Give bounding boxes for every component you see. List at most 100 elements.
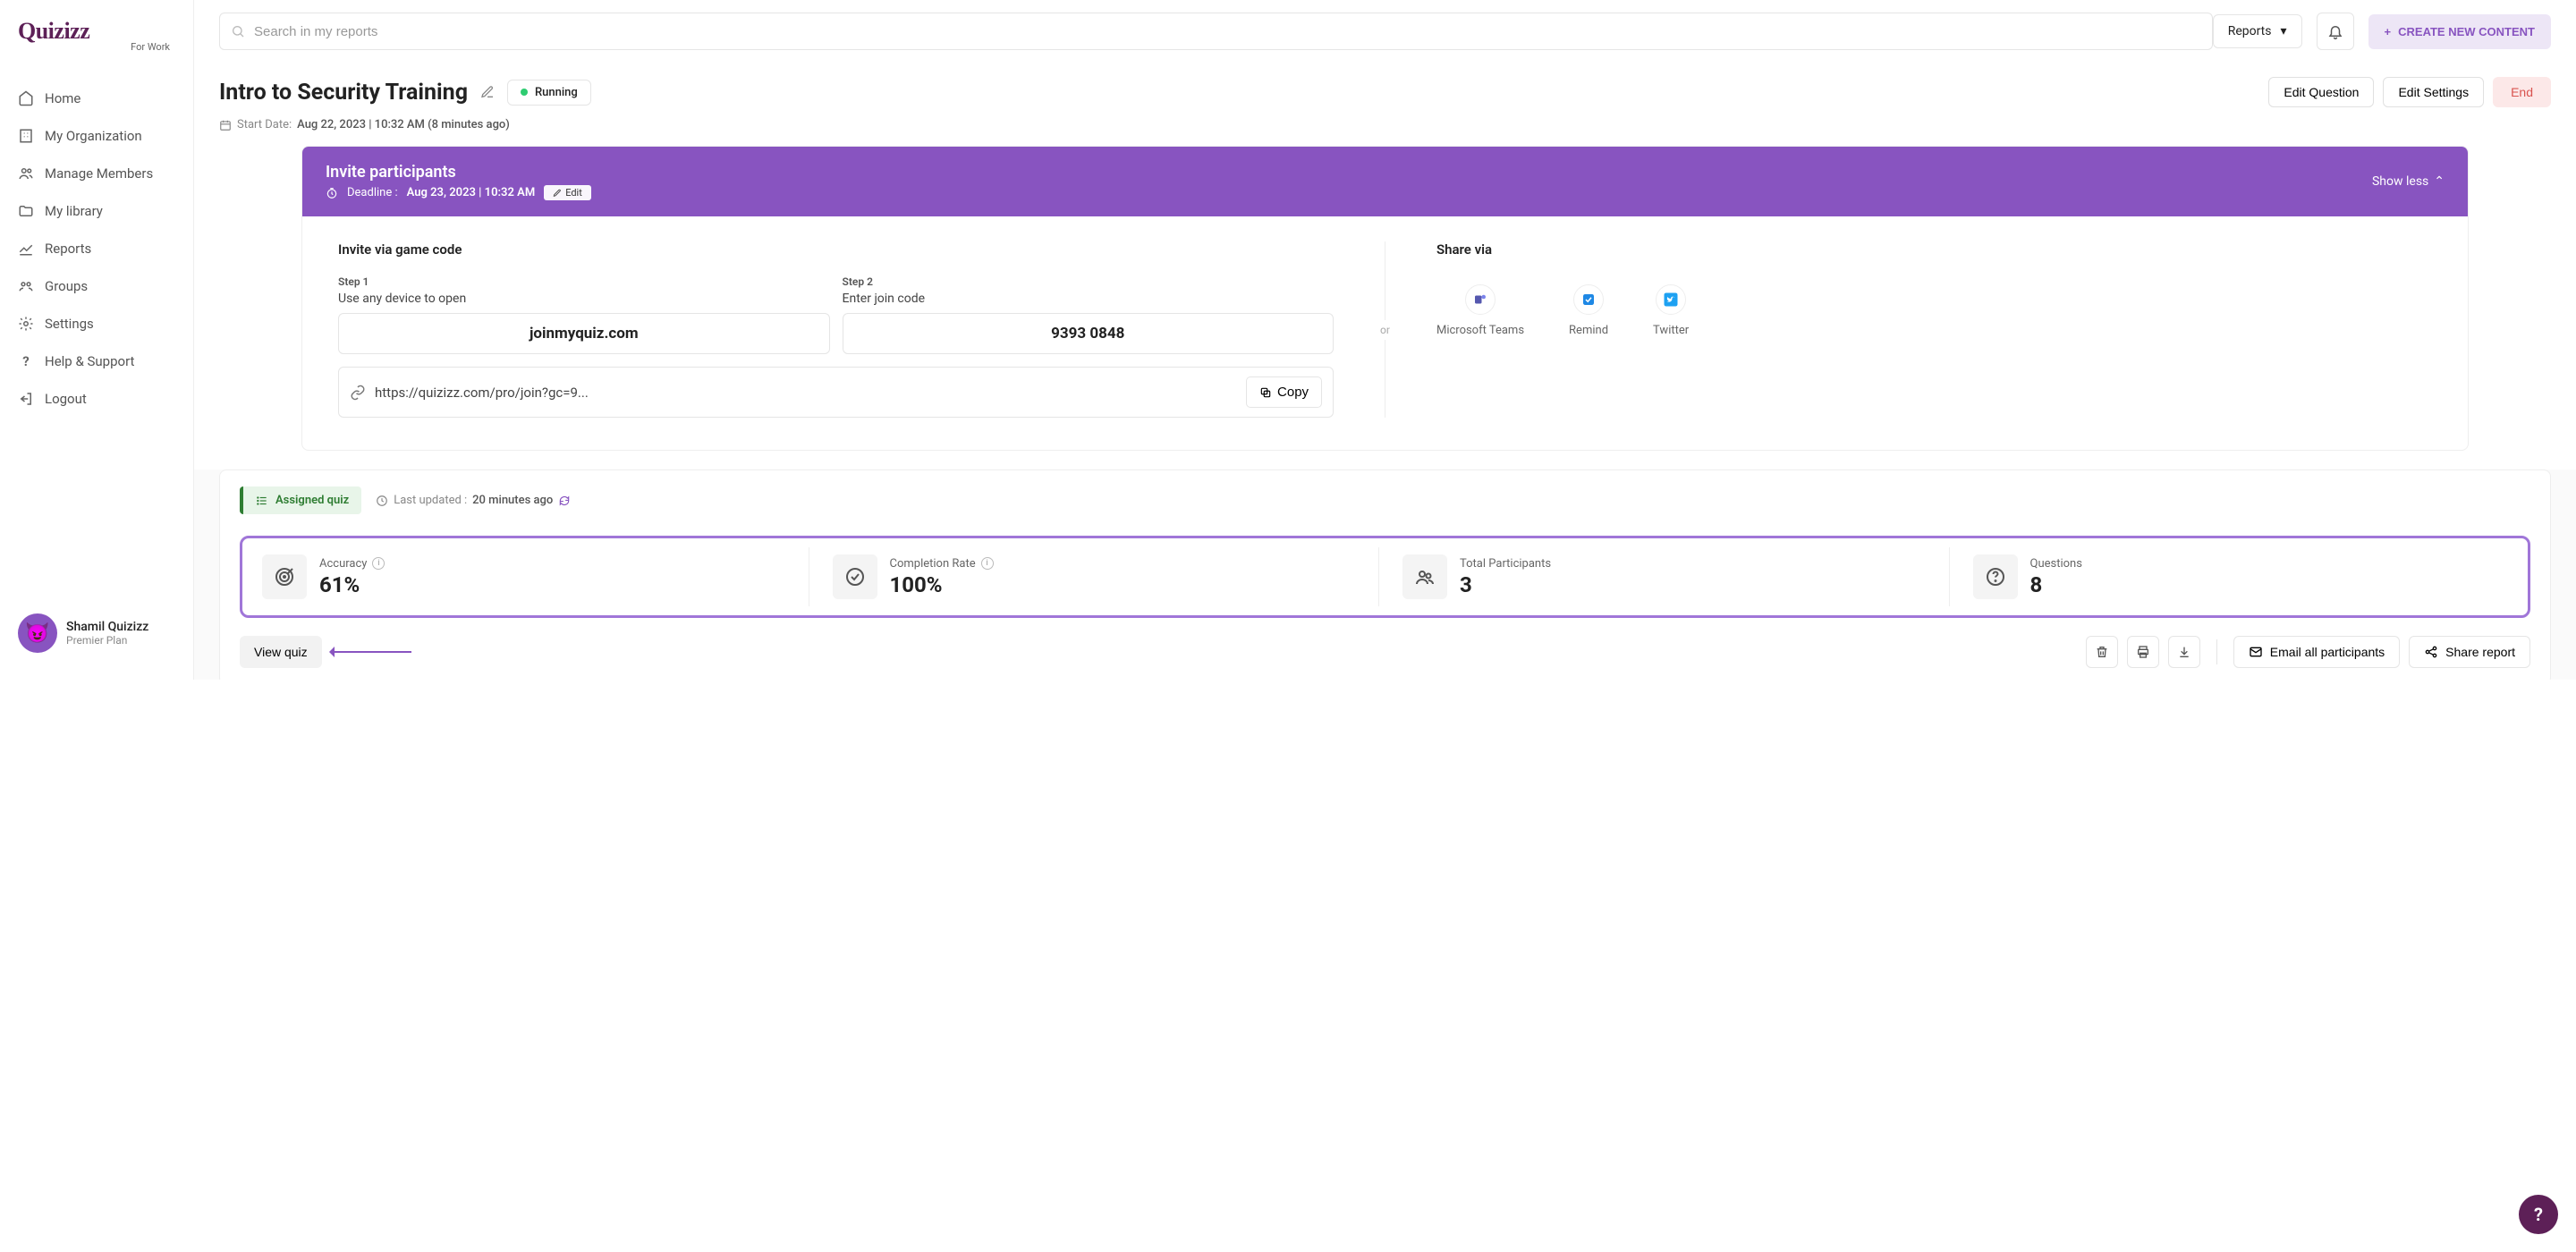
start-date-row: Start Date: Aug 22, 2023 | 10:32 AM (8 m… <box>194 114 2576 146</box>
status-text: Running <box>535 86 578 99</box>
deadline-value: Aug 23, 2023 | 10:32 AM <box>407 186 536 199</box>
annotation-arrow <box>331 651 411 653</box>
dropdown-label: Reports <box>2228 24 2272 38</box>
group-icon <box>18 278 34 294</box>
notifications-button[interactable] <box>2317 13 2354 50</box>
step1-label: Step 1 <box>338 275 830 288</box>
view-quiz-button[interactable]: View quiz <box>240 636 322 668</box>
check-circle-icon <box>833 554 877 599</box>
print-icon <box>2136 645 2150 659</box>
create-content-button[interactable]: + CREATE NEW CONTENT <box>2368 14 2551 49</box>
teams-icon <box>1465 284 1496 315</box>
sidebar-item-help[interactable]: ? Help & Support <box>0 343 193 380</box>
user-plan: Premier Plan <box>66 634 148 647</box>
deadline-label: Deadline : <box>347 186 398 199</box>
folder-icon <box>18 203 34 219</box>
sidebar-label: Help & Support <box>45 353 134 369</box>
share-report-label: Share report <box>2445 645 2515 659</box>
share-label: Microsoft Teams <box>1436 324 1524 337</box>
divider <box>2216 639 2217 664</box>
sidebar-label: Home <box>45 90 80 106</box>
stat-accuracy: Accuracy i 61% <box>251 547 809 606</box>
assigned-label: Assigned quiz <box>275 494 349 507</box>
reports-dropdown[interactable]: Reports ▾ <box>2213 14 2302 48</box>
edit-question-button[interactable]: Edit Question <box>2268 77 2374 107</box>
create-label: CREATE NEW CONTENT <box>2398 25 2535 38</box>
user-name: Shamil Quizizz <box>66 620 148 634</box>
question-icon: ? <box>18 353 34 369</box>
caret-down-icon: ▾ <box>2281 24 2287 38</box>
email-participants-button[interactable]: Email all participants <box>2233 636 2400 668</box>
sidebar-item-home[interactable]: Home <box>0 80 193 117</box>
trash-icon <box>2095 645 2109 659</box>
question-circle-icon <box>1973 554 2018 599</box>
sidebar-item-library[interactable]: My library <box>0 192 193 230</box>
clock-icon <box>376 495 388 507</box>
stat-questions: Questions 8 <box>1962 547 2520 606</box>
user-box[interactable]: 😈 Shamil Quizizz Premier Plan <box>0 605 193 662</box>
share-label: Twitter <box>1653 324 1689 337</box>
info-icon[interactable]: i <box>372 557 385 570</box>
building-icon <box>18 128 34 144</box>
refresh-button[interactable] <box>558 495 571 507</box>
share-remind[interactable]: Remind <box>1569 284 1608 337</box>
download-button[interactable] <box>2168 636 2200 668</box>
search-box[interactable] <box>219 13 2213 50</box>
join-code-box: 9393 0848 <box>843 313 1335 354</box>
sidebar-label: My library <box>45 203 103 219</box>
search-input[interactable] <box>245 24 2201 39</box>
edit-title-button[interactable] <box>480 85 495 99</box>
participants-icon <box>1402 554 1447 599</box>
sidebar-item-reports[interactable]: Reports <box>0 230 193 267</box>
chevron-up-icon: ⌃ <box>2434 174 2445 189</box>
stat-value: 100% <box>890 572 994 597</box>
copy-link-button[interactable]: Copy <box>1246 376 1322 408</box>
stat-value: 61% <box>319 572 385 597</box>
logo: Quizizz For Work <box>0 18 193 71</box>
sidebar-item-groups[interactable]: Groups <box>0 267 193 305</box>
end-button[interactable]: End <box>2493 77 2551 107</box>
edit-settings-button[interactable]: Edit Settings <box>2383 77 2484 107</box>
logout-icon <box>18 391 34 407</box>
sidebar-item-members[interactable]: Manage Members <box>0 155 193 192</box>
email-label: Email all participants <box>2270 645 2385 659</box>
users-icon <box>18 165 34 182</box>
list-icon <box>256 495 268 507</box>
link-icon <box>350 385 366 401</box>
stat-label: Completion Rate <box>890 557 976 571</box>
sidebar-label: Logout <box>45 391 87 407</box>
delete-button[interactable] <box>2086 636 2118 668</box>
nav: Home My Organization Manage Members My l… <box>0 71 193 605</box>
invite-title: Invite participants <box>326 163 591 182</box>
updated-value: 20 minutes ago <box>472 494 553 507</box>
report-panel: Assigned quiz Last updated : 20 minutes … <box>219 470 2551 680</box>
invite-header: Invite participants Deadline : Aug 23, 2… <box>302 147 2468 216</box>
page-title: Intro to Security Training <box>219 80 468 106</box>
join-url-box: joinmyquiz.com <box>338 313 830 354</box>
stat-value: 8 <box>2030 572 2082 597</box>
target-icon <box>262 554 307 599</box>
status-badge: Running <box>507 80 591 106</box>
info-icon[interactable]: i <box>981 557 994 570</box>
sidebar-item-logout[interactable]: Logout <box>0 380 193 418</box>
or-divider: or <box>1360 241 1410 418</box>
share-teams[interactable]: Microsoft Teams <box>1436 284 1524 337</box>
print-button[interactable] <box>2127 636 2159 668</box>
show-less-label: Show less <box>2372 174 2428 189</box>
stat-completion: Completion Rate i 100% <box>822 547 1380 606</box>
sidebar-item-settings[interactable]: Settings <box>0 305 193 343</box>
help-fab[interactable]: ? <box>2519 1195 2558 1234</box>
bell-icon <box>2327 23 2343 39</box>
step2-desc: Enter join code <box>843 292 1335 306</box>
share-twitter[interactable]: Twitter <box>1653 284 1689 337</box>
sidebar-item-organization[interactable]: My Organization <box>0 117 193 155</box>
page-header: Intro to Security Training Running Edit … <box>194 63 2576 114</box>
share-icon <box>2424 645 2438 659</box>
share-report-button[interactable]: Share report <box>2409 636 2530 668</box>
edit-deadline-button[interactable]: Edit <box>544 185 591 200</box>
show-less-toggle[interactable]: Show less ⌃ <box>2372 174 2445 189</box>
remind-icon <box>1573 284 1604 315</box>
twitter-icon <box>1656 284 1686 315</box>
gamecode-title: Invite via game code <box>338 241 1334 258</box>
stat-label: Accuracy <box>319 557 367 571</box>
